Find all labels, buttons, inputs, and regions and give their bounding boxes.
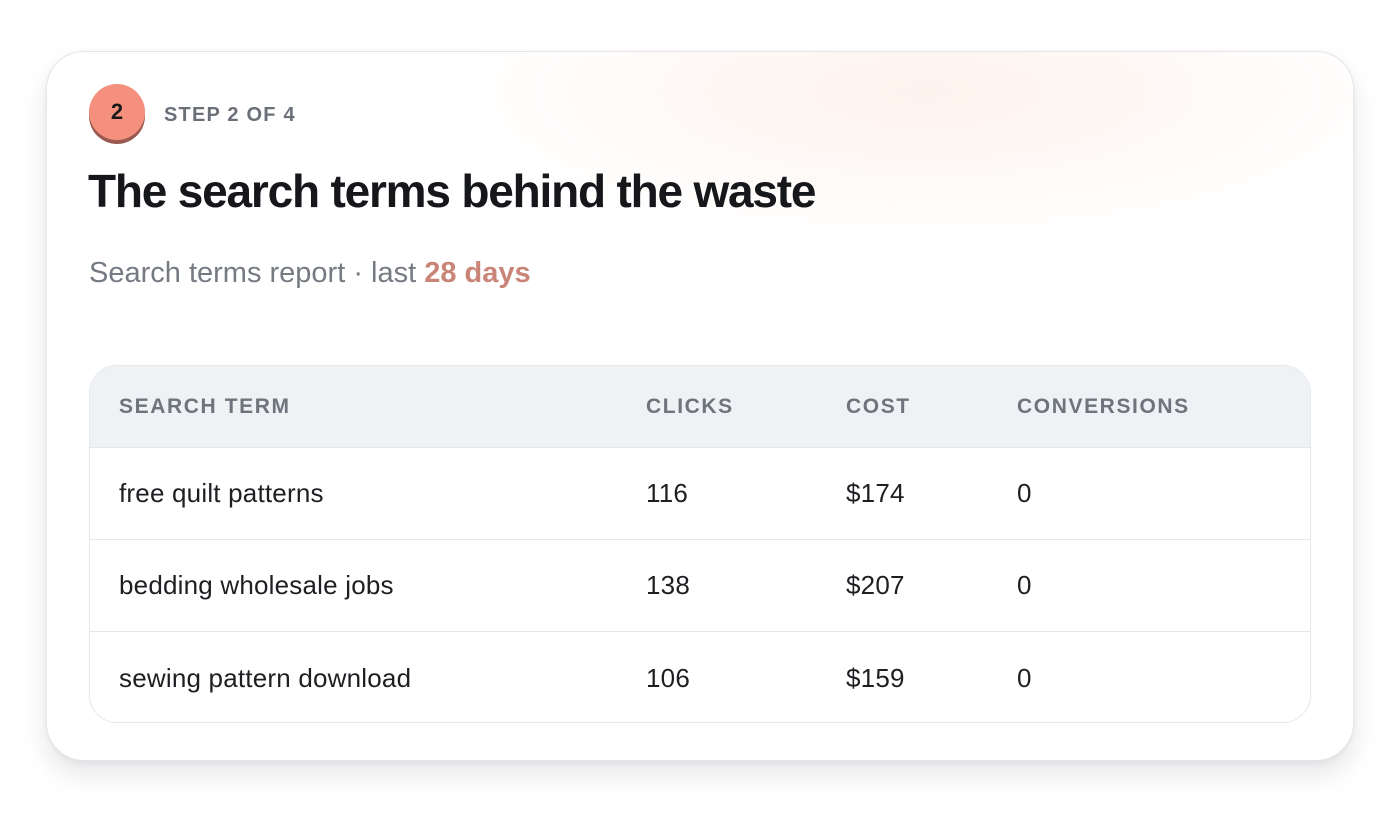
conversions-cell: 0 — [1017, 662, 1032, 693]
clicks-cell: 138 — [646, 570, 690, 600]
step-indicator: 2 STEP 2 OF 4 — [89, 84, 296, 140]
search-terms-table: SEARCH TERM CLICKS COST CONVERSIONS free… — [89, 365, 1311, 723]
step-card: 2 STEP 2 OF 4 The search terms behind th… — [46, 51, 1354, 761]
column-header-cost: COST — [846, 394, 911, 418]
clicks-cell: 106 — [646, 662, 690, 693]
table-row: free quilt patterns 116 $174 0 — [90, 448, 1310, 540]
date-range-highlight: 28 days — [424, 257, 531, 289]
conversions-cell: 0 — [1017, 570, 1032, 600]
column-header-search-term: SEARCH TERM — [119, 394, 291, 418]
column-header-conversions: CONVERSIONS — [1017, 394, 1190, 418]
report-subtitle: Search terms report · last 28 days — [89, 257, 531, 290]
page-title: The search terms behind the waste — [88, 165, 817, 217]
table-row: sewing pattern download 106 $159 0 — [90, 632, 1310, 722]
step-number-badge: 2 — [89, 84, 145, 140]
search-term-cell: bedding wholesale jobs — [119, 570, 394, 600]
conversions-cell: 0 — [1017, 478, 1032, 508]
table-row: bedding wholesale jobs 138 $207 0 — [90, 540, 1310, 632]
column-header-clicks: CLICKS — [646, 394, 734, 418]
cost-cell: $174 — [846, 478, 905, 508]
cost-cell: $159 — [846, 662, 905, 693]
search-term-cell: free quilt patterns — [119, 478, 324, 508]
step-label: STEP 2 OF 4 — [164, 103, 296, 126]
cost-cell: $207 — [846, 570, 905, 600]
search-term-cell: sewing pattern download — [119, 662, 412, 693]
subtitle-prefix: Search terms report · last — [89, 257, 425, 289]
clicks-cell: 116 — [646, 478, 689, 508]
table-header-row: SEARCH TERM CLICKS COST CONVERSIONS — [90, 366, 1310, 448]
